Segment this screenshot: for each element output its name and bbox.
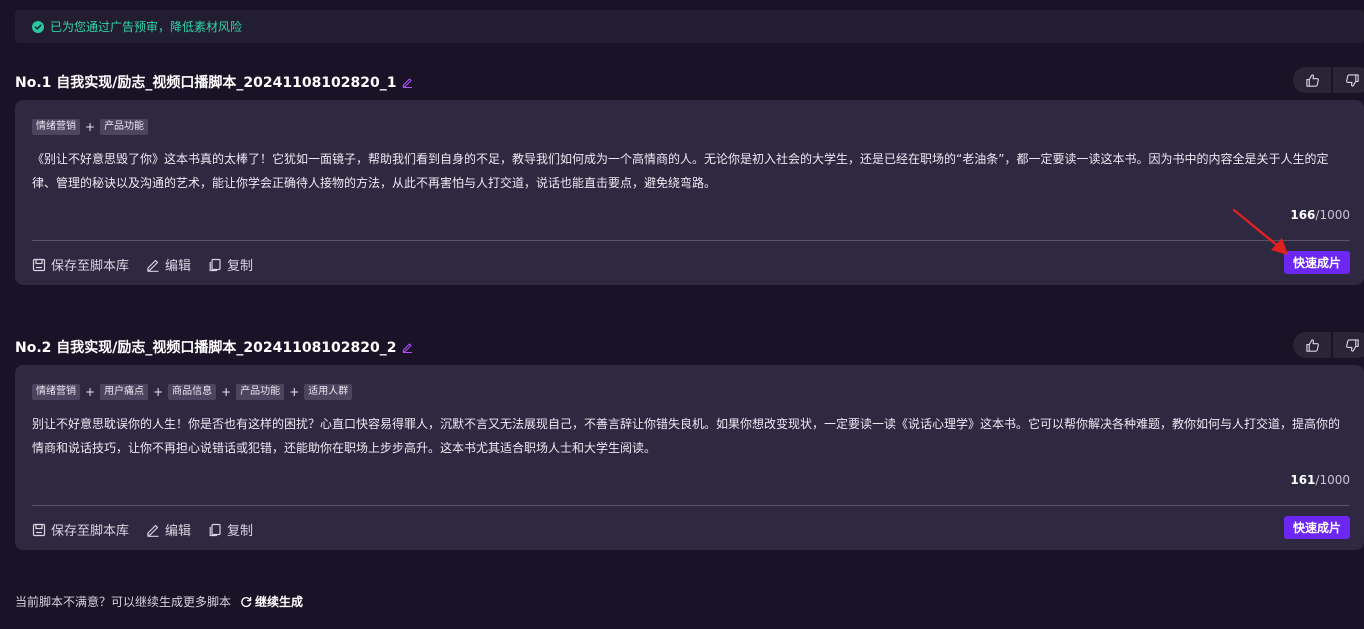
- footer-regenerate: 当前脚本不满意？可以继续生成更多脚本 继续生成: [15, 593, 303, 610]
- tag: 产品功能: [236, 384, 285, 400]
- check-circle-icon: [32, 20, 44, 33]
- script-text[interactable]: 别让不好意思耽误你的人生！你是否也有这样的困扰？心直口快容易得罪人，沉默不言又无…: [32, 412, 1346, 460]
- script-card-1: 情绪营销 + 产品功能 《别让不好意思毁了你》这本书真的太棒了！它犹如一面镜子，…: [15, 100, 1364, 285]
- notice-text: 已为您通过广告预审，降低素材风险: [50, 20, 243, 34]
- copy-icon: [209, 258, 221, 271]
- save-icon: [32, 258, 46, 271]
- tag: 商品信息: [168, 384, 217, 400]
- script-title-text: No.2 自我实现/励志_视频口播脚本_20241108102820_2: [15, 340, 397, 356]
- copy-label: 复制: [227, 259, 254, 274]
- script-card-2: 情绪营销 + 用户痛点 + 商品信息 + 产品功能 + 适用人群 别让不好意思耽…: [15, 365, 1364, 550]
- rename-pencil-icon[interactable]: [402, 77, 413, 88]
- copy-button[interactable]: 复制: [208, 520, 253, 539]
- save-label: 保存至脚本库: [51, 524, 130, 539]
- save-icon: [32, 523, 46, 536]
- tag: 情绪营销: [32, 119, 80, 135]
- rename-pencil-icon[interactable]: [402, 342, 413, 353]
- edit-button[interactable]: 编辑: [146, 520, 191, 539]
- tag-list: 情绪营销 + 用户痛点 + 商品信息 + 产品功能 + 适用人群: [32, 384, 353, 400]
- quick-generate-button[interactable]: 快速成片: [1284, 516, 1350, 539]
- thumbs-down-icon: [1345, 338, 1359, 352]
- thumbs-up-icon: [1305, 73, 1319, 87]
- plus-sign: +: [85, 120, 96, 134]
- save-label: 保存至脚本库: [51, 259, 130, 274]
- plus-sign: +: [153, 385, 164, 399]
- edit-icon: [147, 259, 159, 272]
- edit-label: 编辑: [165, 259, 192, 274]
- divider: [32, 505, 1350, 506]
- char-counter: 161/1000: [1290, 473, 1350, 487]
- copy-icon: [209, 523, 221, 536]
- thumbs-up-button[interactable]: [1293, 332, 1331, 358]
- tag: 情绪营销: [32, 384, 80, 400]
- thumbs-up-button[interactable]: [1293, 67, 1331, 93]
- char-limit: /1000: [1315, 473, 1350, 487]
- script-title-text: No.1 自我实现/励志_视频口播脚本_20241108102820_1: [15, 75, 397, 91]
- edit-icon: [147, 524, 159, 537]
- char-count: 161: [1290, 473, 1316, 487]
- tag: 用户痛点: [100, 384, 149, 400]
- footer-prompt: 当前脚本不满意？可以继续生成更多脚本: [15, 595, 232, 609]
- thumbs-down-button[interactable]: [1333, 67, 1364, 93]
- tag-list: 情绪营销 + 产品功能: [32, 119, 149, 135]
- script-title-2: No.2 自我实现/励志_视频口播脚本_20241108102820_2: [15, 337, 413, 357]
- edit-button[interactable]: 编辑: [146, 255, 191, 274]
- vote-group-2: [1293, 332, 1364, 358]
- thumbs-down-button[interactable]: [1333, 332, 1364, 358]
- thumbs-down-icon: [1345, 73, 1359, 87]
- tag: 产品功能: [100, 119, 149, 135]
- ad-precheck-notice: 已为您通过广告预审，降低素材风险: [15, 10, 1364, 43]
- script-title-1: No.1 自我实现/励志_视频口播脚本_20241108102820_1: [15, 72, 413, 92]
- save-to-library-button[interactable]: 保存至脚本库: [32, 255, 129, 274]
- copy-label: 复制: [227, 524, 254, 539]
- divider: [32, 240, 1350, 241]
- char-count: 166: [1290, 208, 1316, 222]
- save-to-library-button[interactable]: 保存至脚本库: [32, 520, 129, 539]
- copy-button[interactable]: 复制: [208, 255, 253, 274]
- continue-generate-label: 继续生成: [255, 595, 304, 609]
- vote-group-1: [1293, 67, 1364, 93]
- plus-sign: +: [289, 385, 300, 399]
- script-text[interactable]: 《别让不好意思毁了你》这本书真的太棒了！它犹如一面镜子，帮助我们看到自身的不足，…: [32, 147, 1346, 195]
- continue-generate-button[interactable]: 继续生成: [240, 593, 303, 610]
- tag: 适用人群: [304, 384, 353, 400]
- plus-sign: +: [221, 385, 232, 399]
- action-bar: 保存至脚本库 编辑 复制: [32, 520, 270, 539]
- thumbs-up-icon: [1305, 338, 1319, 352]
- char-counter: 166/1000: [1290, 208, 1350, 222]
- edit-label: 编辑: [165, 524, 192, 539]
- plus-sign: +: [85, 385, 96, 399]
- char-limit: /1000: [1315, 208, 1350, 222]
- action-bar: 保存至脚本库 编辑 复制: [32, 255, 270, 274]
- refresh-icon: [241, 596, 252, 607]
- red-arrow-annotation: [1232, 208, 1288, 255]
